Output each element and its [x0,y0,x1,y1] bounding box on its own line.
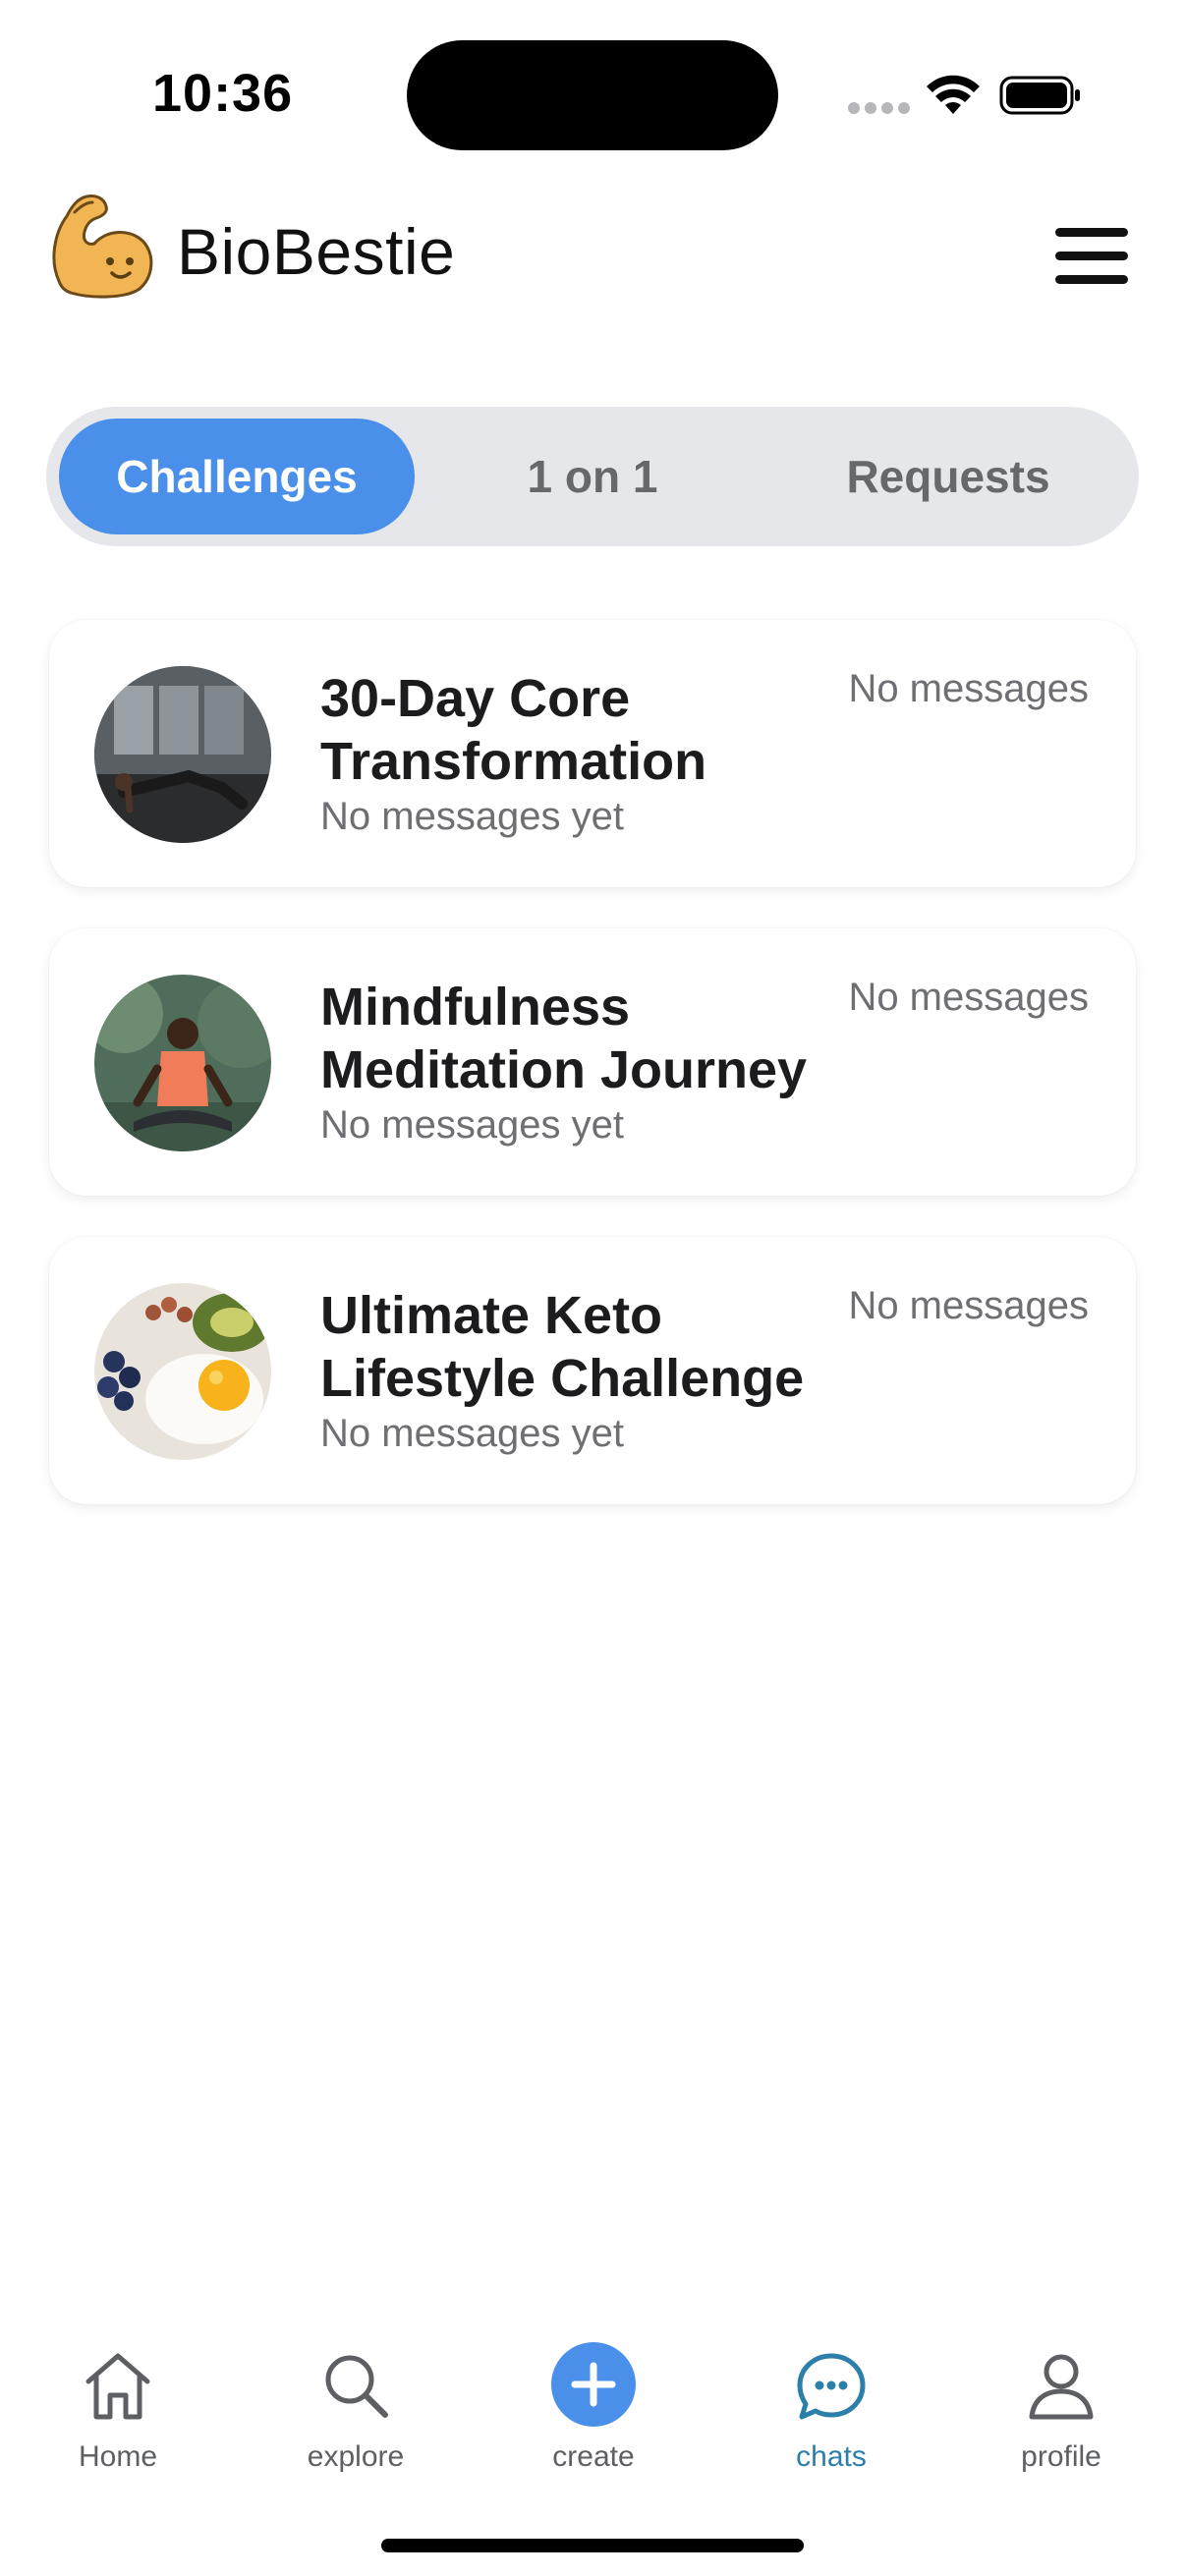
flexed-biceps-icon [52,195,153,299]
nav-chats[interactable]: chats [733,2319,930,2486]
dynamic-island [407,40,778,150]
chat-timestamp: No messages [848,976,1089,1019]
nav-label: explore [307,2440,405,2473]
plus-circle-icon [551,2342,636,2427]
status-time: 10:36 [152,64,294,123]
wifi-icon [927,75,980,114]
app-title: BioBestie [177,215,456,288]
person-icon [1029,2354,1094,2420]
chats-screen: 10:36 BioBestie Challenges 1 on 1 Reques… [0,0,1185,2576]
chat-preview: No messages yet [320,1103,625,1147]
chat-list-item[interactable]: Ultimate Keto Lifestyle Challenge No mes… [49,1237,1136,1504]
hamburger-menu-icon[interactable] [1055,228,1128,285]
chat-preview: No messages yet [320,795,625,838]
nav-label: chats [796,2440,867,2473]
tab-challenges[interactable]: Challenges [59,419,415,534]
home-icon [85,2353,150,2420]
chat-bubble-icon [797,2353,866,2420]
cellular-signal-icon [848,102,910,116]
chat-title: 30-Day Core Transformation [320,669,707,791]
tab-1-on-1[interactable]: 1 on 1 [415,419,770,534]
nav-home[interactable]: Home [20,2319,216,2486]
chat-title: Ultimate Keto Lifestyle Challenge [320,1286,805,1408]
nav-explore[interactable]: explore [257,2319,454,2486]
chat-preview: No messages yet [320,1412,625,1455]
keto-food-photo [94,1283,271,1460]
nav-profile[interactable]: profile [963,2319,1159,2486]
chat-list-item[interactable]: Mindfulness Meditation Journey No messag… [49,928,1136,1196]
tab-requests[interactable]: Requests [770,419,1126,534]
nav-label: create [552,2440,635,2473]
app-header: BioBestie [0,187,1185,334]
nav-create[interactable]: create [495,2319,692,2486]
meditation-photo [94,975,271,1151]
battery-icon [999,76,1080,115]
chat-type-tabs: Challenges 1 on 1 Requests [46,407,1139,546]
chat-timestamp: No messages [848,1284,1089,1327]
nav-label: Home [78,2440,158,2473]
status-bar: 10:36 [0,0,1185,187]
nav-label: profile [1021,2440,1101,2473]
chat-list-item[interactable]: 30-Day Core Transformation No messages y… [49,620,1136,887]
search-icon [325,2355,388,2418]
chat-title: Mindfulness Meditation Journey [320,978,808,1099]
home-indicator [381,2539,804,2552]
chat-timestamp: No messages [848,667,1089,710]
bottom-nav: Home explore create chats profile [0,2319,1185,2495]
plank-workout-photo [94,666,271,843]
